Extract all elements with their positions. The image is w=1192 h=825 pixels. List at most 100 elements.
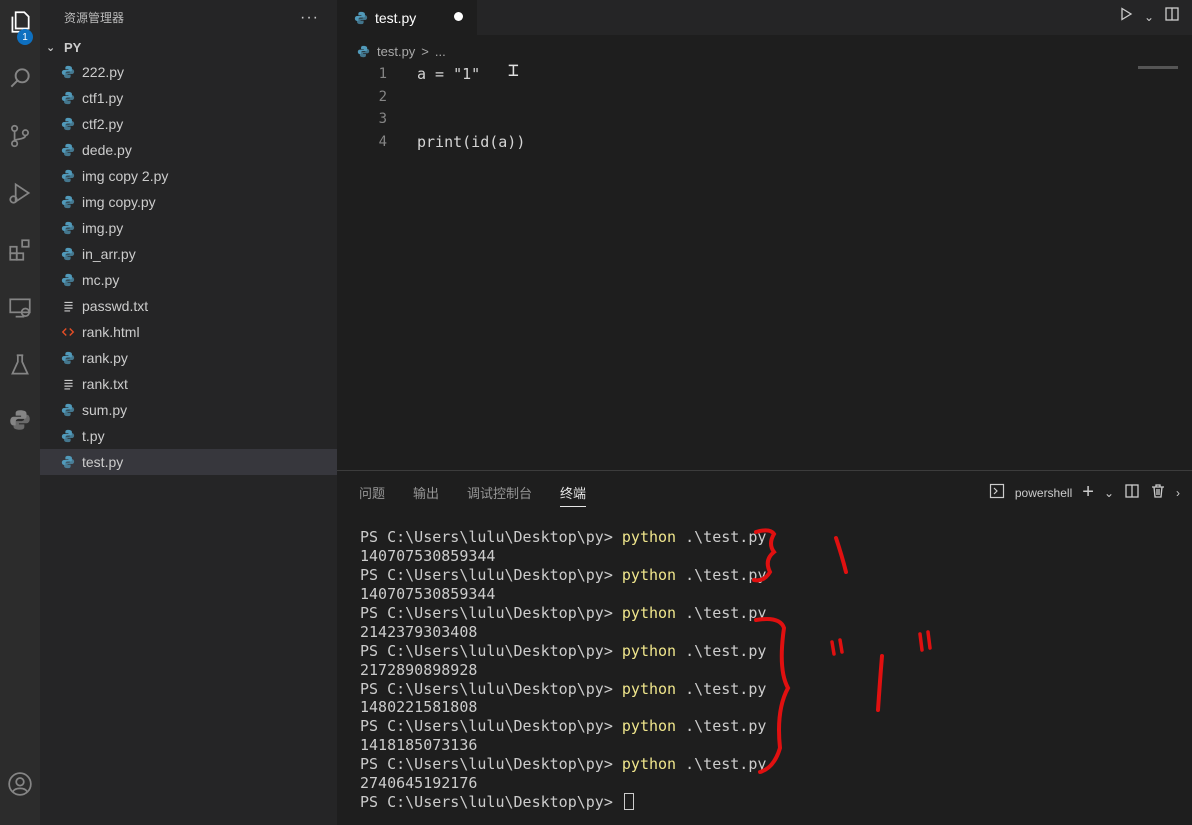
terminal-command: python (621, 717, 677, 736)
python-file-icon (60, 194, 76, 210)
run-debug-icon[interactable] (0, 173, 40, 213)
panel-tabs: 问题 输出 调试控制台 终端 (359, 483, 587, 507)
search-icon[interactable] (0, 58, 40, 98)
remote-explorer-icon[interactable] (0, 288, 40, 328)
terminal-output[interactable]: PS C:\Users\lulu\Desktop\py> python .\te… (360, 528, 766, 811)
explorer-icon[interactable]: 1 (0, 2, 40, 45)
terminal-command: python (621, 679, 677, 698)
terminal-prompt-line: PS C:\Users\lulu\Desktop\py> python .\te… (360, 566, 766, 585)
tab-test-py[interactable]: test.py (337, 0, 477, 35)
file-item[interactable]: dede.py (40, 137, 337, 163)
file-item[interactable]: 222.py (40, 59, 337, 85)
code-editor[interactable]: 1 a = "1" 2 3 4 print(id(a)) (337, 63, 1137, 153)
trash-icon[interactable] (1150, 483, 1166, 502)
file-item[interactable]: test.py (40, 449, 337, 475)
code-line[interactable]: 1 a = "1" (337, 63, 1137, 86)
file-item[interactable]: sum.py (40, 397, 337, 423)
more-actions-icon[interactable]: › (1176, 486, 1180, 500)
code-line[interactable]: 2 (337, 86, 1137, 109)
code-line[interactable]: 3 (337, 108, 1137, 131)
file-list: 222.py ctf1.py ctf2.py dede.py img copy 2.py… (40, 59, 337, 475)
panel-actions: powershell + ⌄ › (989, 481, 1180, 504)
account-icon[interactable] (0, 764, 40, 804)
file-item[interactable]: ctf2.py (40, 111, 337, 137)
testing-icon[interactable] (0, 345, 40, 385)
file-item[interactable]: rank.txt (40, 371, 337, 397)
panel-tab[interactable]: 问题 (359, 483, 385, 507)
breadcrumb: test.py > ... (355, 40, 446, 62)
split-terminal-icon[interactable] (1124, 483, 1140, 502)
file-label: ctf1.py (82, 90, 124, 106)
folder-py[interactable]: ⌄ PY (40, 35, 337, 59)
unsaved-dot-icon[interactable] (454, 12, 463, 21)
terminal-output-line: 1418185073136 (360, 736, 478, 755)
chevron-down-icon[interactable]: ⌄ (1144, 10, 1154, 24)
terminal-prompt-line: PS C:\Users\lulu\Desktop\py> python .\te… (360, 528, 766, 547)
file-item[interactable]: ctf1.py (40, 85, 337, 111)
python-file-icon (353, 10, 369, 26)
terminal-icon (989, 483, 1005, 502)
file-item[interactable]: img copy 2.py (40, 163, 337, 189)
terminal-output-line: 1480221581808 (360, 698, 478, 717)
folder-label: PY (64, 39, 82, 55)
panel-tab[interactable]: 输出 (413, 483, 439, 507)
annotation-one (834, 536, 848, 574)
file-item[interactable]: t.py (40, 423, 337, 449)
terminal-prompt: PS C:\Users\lulu\Desktop\py> (360, 679, 622, 698)
terminal-output-line: 140707530859344 (360, 585, 496, 604)
panel-tab[interactable]: 调试控制台 (467, 483, 532, 507)
source-control-icon[interactable] (0, 116, 40, 156)
file-label: img copy.py (82, 194, 156, 210)
handwritten-annotations (752, 528, 932, 774)
file-item[interactable]: img copy.py (40, 189, 337, 215)
file-item[interactable]: mc.py (40, 267, 337, 293)
shell-label[interactable]: powershell (1015, 486, 1072, 500)
file-label: passwd.txt (82, 298, 149, 314)
breadcrumb-more[interactable]: ... (435, 44, 446, 59)
minimap[interactable] (1138, 66, 1178, 69)
terminal-prompt-line: PS C:\Users\lulu\Desktop\py> (360, 792, 766, 811)
terminal-prompt-line: PS C:\Users\lulu\Desktop\py> python .\te… (360, 679, 766, 698)
file-label: rank.html (82, 324, 140, 340)
terminal-command: python (621, 641, 677, 660)
more-actions-icon[interactable]: ··· (300, 9, 319, 27)
add-terminal-icon[interactable]: + (1082, 481, 1094, 504)
line-number: 2 (378, 88, 387, 105)
python-file-icon (60, 64, 76, 80)
file-label: img copy 2.py (82, 168, 169, 184)
python-file-icon (60, 246, 76, 262)
python-file-icon (60, 220, 76, 236)
terminal-prompt: PS C:\Users\lulu\Desktop\py> (360, 528, 622, 547)
code-line[interactable]: 4 print(id(a)) (337, 131, 1137, 154)
line-number: 3 (378, 111, 387, 128)
breadcrumb-file[interactable]: test.py (377, 44, 415, 59)
terminal-command: python (621, 604, 677, 622)
terminal-output-line: 140707530859344 (360, 547, 496, 566)
file-label: test.py (82, 454, 124, 470)
extensions-icon[interactable] (0, 230, 40, 270)
run-python-icon[interactable] (1118, 6, 1134, 27)
terminal-prompt-line: PS C:\Users\lulu\Desktop\py> python .\te… (360, 755, 766, 774)
code-text: a = "1" (417, 65, 481, 84)
file-item[interactable]: rank.py (40, 345, 337, 371)
file-item[interactable]: img.py (40, 215, 337, 241)
text-file-icon (60, 376, 76, 392)
editor-actions: ⌄ (1118, 6, 1180, 27)
file-label: ctf2.py (82, 116, 124, 132)
code-text: print(id(a)) (417, 132, 526, 151)
terminal-cursor[interactable] (623, 793, 634, 811)
python-file-icon (60, 90, 76, 106)
python-icon[interactable] (0, 400, 40, 440)
chevron-down-icon[interactable]: ⌄ (1104, 486, 1114, 500)
file-label: rank.txt (82, 376, 128, 392)
activity-bar: 1 (0, 0, 40, 825)
terminal-prompt: PS C:\Users\lulu\Desktop\py> (360, 604, 622, 622)
file-item[interactable]: in_arr.py (40, 241, 337, 267)
panel-tab[interactable]: 终端 (560, 483, 587, 507)
text-cursor-icon: ⌶ (508, 60, 519, 81)
terminal-prompt: PS C:\Users\lulu\Desktop\py> (360, 641, 622, 660)
file-item[interactable]: passwd.txt (40, 293, 337, 319)
split-editor-icon[interactable] (1164, 6, 1180, 27)
file-item[interactable]: rank.html (40, 319, 337, 345)
terminal-prompt-line: PS C:\Users\lulu\Desktop\py> python .\te… (360, 641, 766, 660)
